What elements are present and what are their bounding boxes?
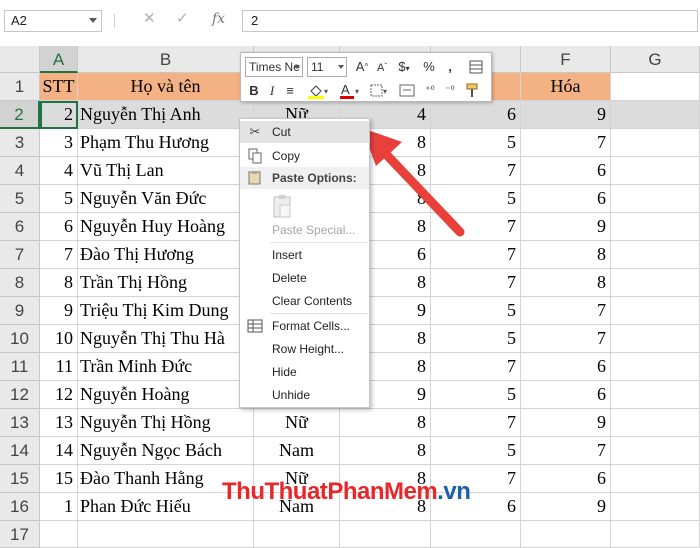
borders-icon[interactable]: ▾ bbox=[369, 81, 391, 101]
menu-item-row-height[interactable]: Row Height... bbox=[240, 338, 369, 360]
menu-section-paste-options: Paste Options: bbox=[240, 167, 369, 189]
menu-item-cut[interactable]: ✂ Cut bbox=[240, 121, 369, 143]
watermark-part: ThuThuat bbox=[222, 478, 328, 505]
watermark-part: .vn bbox=[437, 478, 471, 505]
mini-toolbar: Times Ne 11 A^ Aˇ $▾ % , B I ≡ ▾ A ▾ ▾ ⁺⁰… bbox=[240, 52, 492, 102]
menu-item-delete[interactable]: Delete bbox=[240, 267, 369, 289]
decrease-decimal-icon[interactable]: ⁻⁰ bbox=[441, 81, 459, 101]
menu-item-unhide[interactable]: Unhide bbox=[240, 384, 369, 406]
menu-item-label: Cut bbox=[272, 125, 291, 139]
increase-font-icon[interactable]: A^ bbox=[353, 57, 371, 77]
currency-button[interactable]: $▾ bbox=[393, 57, 415, 77]
font-size-box[interactable]: 11 bbox=[307, 57, 347, 77]
menu-item-label: Insert bbox=[272, 248, 303, 262]
scissors-icon: ✂ bbox=[249, 124, 261, 139]
menu-item-label: Clear Contents bbox=[272, 294, 353, 308]
watermark-logo: ThuThuatPhanMem.vn bbox=[222, 478, 471, 506]
currency-label: $ bbox=[398, 59, 406, 74]
watermark-part: PhanMem bbox=[327, 478, 438, 505]
menu-item-label: Copy bbox=[272, 149, 301, 163]
menu-item-label: Hide bbox=[272, 365, 297, 379]
comma-style-button[interactable]: , bbox=[443, 57, 457, 77]
paste-clipboard-icon[interactable] bbox=[270, 193, 296, 221]
menu-item-clear-contents[interactable]: Clear Contents bbox=[240, 290, 369, 312]
font-name-value: Times Ne bbox=[249, 60, 300, 74]
bold-button[interactable]: B bbox=[247, 81, 261, 101]
paste-icon bbox=[246, 170, 264, 186]
menu-item-label: Paste Options: bbox=[272, 171, 357, 185]
menu-divider bbox=[270, 313, 368, 314]
menu-item-label: Format Cells... bbox=[272, 319, 351, 333]
decrease-font-icon[interactable]: Aˇ bbox=[373, 57, 391, 77]
menu-item-paste-special[interactable]: Paste Special... bbox=[240, 219, 369, 241]
italic-button[interactable]: I bbox=[265, 81, 279, 101]
menu-item-insert[interactable]: Insert bbox=[240, 244, 369, 266]
menu-item-label: Delete bbox=[272, 271, 307, 285]
format-cells-icon bbox=[246, 318, 264, 334]
font-name-box[interactable]: Times Ne bbox=[245, 57, 303, 77]
fill-color-icon[interactable]: ▾ bbox=[305, 81, 331, 101]
svg-text:A: A bbox=[341, 82, 350, 97]
font-color-icon[interactable]: A ▾ bbox=[337, 81, 363, 101]
font-size-value: 11 bbox=[311, 60, 324, 74]
chevron-down-icon[interactable] bbox=[294, 65, 300, 69]
merge-center-icon[interactable] bbox=[397, 81, 417, 101]
menu-item-format-cells[interactable]: Format Cells... bbox=[240, 315, 369, 337]
copy-icon bbox=[246, 148, 264, 164]
menu-item-label: Unhide bbox=[272, 388, 311, 402]
menu-item-label: Paste Special... bbox=[272, 223, 356, 237]
format-table-icon[interactable] bbox=[467, 57, 485, 77]
menu-item-copy[interactable]: Copy bbox=[240, 145, 369, 167]
menu-divider bbox=[270, 242, 368, 243]
context-menu: ✂ Cut Copy Paste Options: Paste Special.… bbox=[239, 118, 370, 408]
align-center-icon[interactable]: ≡ bbox=[283, 81, 297, 101]
svg-text:▾: ▾ bbox=[355, 87, 359, 96]
percent-button[interactable]: % bbox=[421, 57, 437, 77]
chevron-down-icon[interactable] bbox=[338, 65, 344, 69]
svg-text:▾: ▾ bbox=[324, 87, 328, 96]
increase-decimal-icon[interactable]: ⁺⁰ bbox=[421, 81, 439, 101]
menu-item-label: Row Height... bbox=[272, 342, 345, 356]
menu-item-hide[interactable]: Hide bbox=[240, 361, 369, 383]
svg-text:▾: ▾ bbox=[383, 87, 387, 96]
format-painter-icon[interactable] bbox=[463, 81, 483, 101]
